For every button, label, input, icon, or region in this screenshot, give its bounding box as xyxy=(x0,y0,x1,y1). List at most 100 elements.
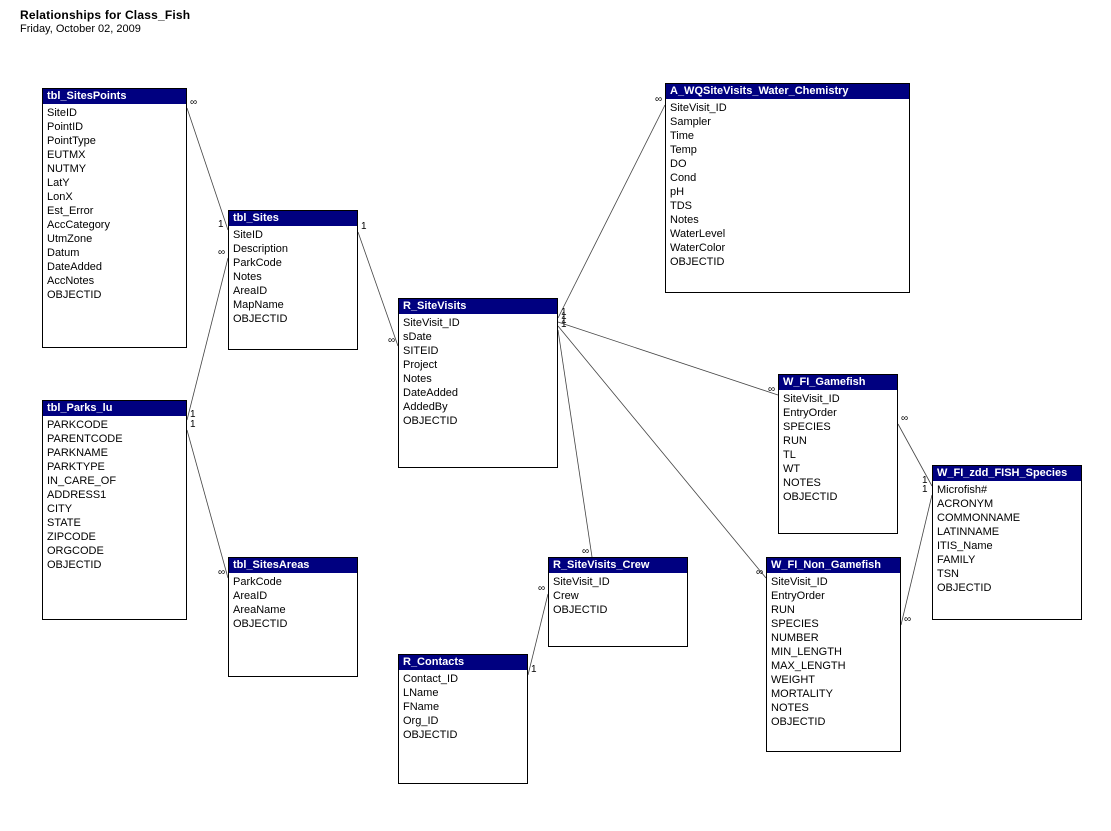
relationship-line xyxy=(558,322,778,395)
table-field: Project xyxy=(403,358,553,372)
table-title: W_FI_zdd_FISH_Species xyxy=(933,466,1081,481)
cardinality-label: 1 xyxy=(531,664,537,675)
cardinality-label: ∞ xyxy=(218,567,225,578)
table-field: OBJECTID xyxy=(670,255,905,269)
table-field: DO xyxy=(670,157,905,171)
table-title: tbl_Sites xyxy=(229,211,357,226)
table-field: FAMILY xyxy=(937,553,1077,567)
table-field: Notes xyxy=(670,213,905,227)
table-field: WaterLevel xyxy=(670,227,905,241)
table-field: OBJECTID xyxy=(553,603,683,617)
table-field: DateAdded xyxy=(403,386,553,400)
table-field: NOTES xyxy=(783,476,893,490)
table-field: Microfish# xyxy=(937,483,1077,497)
table-field: Cond xyxy=(670,171,905,185)
table-field: Notes xyxy=(233,270,353,284)
cardinality-label: 1 xyxy=(190,419,196,430)
relationship-line xyxy=(187,108,228,230)
table-field: OBJECTID xyxy=(771,715,896,729)
table-field: OBJECTID xyxy=(47,288,182,302)
table-field: WEIGHT xyxy=(771,673,896,687)
table-field: EntryOrder xyxy=(783,406,893,420)
cardinality-label: ∞ xyxy=(756,567,763,578)
table-fields: SiteVisit_IDSamplerTimeTempDOCondpHTDSNo… xyxy=(666,99,909,273)
table-tbl_Sites[interactable]: tbl_SitesSiteIDDescriptionParkCodeNotesA… xyxy=(228,210,358,350)
table-tbl_SitesPoints[interactable]: tbl_SitesPointsSiteIDPointIDPointTypeEUT… xyxy=(42,88,187,348)
relationship-canvas: ∞11∞1∞1∞1∞1∞1∞1∞1∞∞1∞1 tbl_SitesPointsSi… xyxy=(0,0,1111,831)
table-title: R_SiteVisits xyxy=(399,299,557,314)
table-W_FI_Gamefish[interactable]: W_FI_GamefishSiteVisit_IDEntryOrderSPECI… xyxy=(778,374,898,534)
table-field: EntryOrder xyxy=(771,589,896,603)
table-field: OBJECTID xyxy=(783,490,893,504)
table-field: SPECIES xyxy=(783,420,893,434)
table-tbl_SitesAreas[interactable]: tbl_SitesAreasParkCodeAreaIDAreaNameOBJE… xyxy=(228,557,358,677)
table-field: LATINNAME xyxy=(937,525,1077,539)
table-field: AreaName xyxy=(233,603,353,617)
table-field: SiteVisit_ID xyxy=(670,101,905,115)
relationship-line xyxy=(901,495,932,625)
table-field: PARENTCODE xyxy=(47,432,182,446)
cardinality-label: 1 xyxy=(922,484,928,495)
cardinality-label: ∞ xyxy=(582,546,589,557)
table-title: tbl_SitesAreas xyxy=(229,558,357,573)
table-field: WT xyxy=(783,462,893,476)
relationship-line xyxy=(187,430,228,578)
cardinality-label: 1 xyxy=(922,475,928,486)
table-field: MIN_LENGTH xyxy=(771,645,896,659)
table-field: TL xyxy=(783,448,893,462)
table-tbl_Parks_lu[interactable]: tbl_Parks_luPARKCODEPARENTCODEPARKNAMEPA… xyxy=(42,400,187,620)
table-title: A_WQSiteVisits_Water_Chemistry xyxy=(666,84,909,99)
table-field: Crew xyxy=(553,589,683,603)
cardinality-label: ∞ xyxy=(904,614,911,625)
table-W_FI_Non_Gamefish[interactable]: W_FI_Non_GamefishSiteVisit_IDEntryOrderR… xyxy=(766,557,901,752)
relationship-line xyxy=(898,424,932,486)
table-field: SiteVisit_ID xyxy=(771,575,896,589)
table-field: IN_CARE_OF xyxy=(47,474,182,488)
cardinality-label: 1 xyxy=(561,315,567,326)
cardinality-label: 1 xyxy=(218,219,224,230)
table-field: OBJECTID xyxy=(47,558,182,572)
table-field: TSN xyxy=(937,567,1077,581)
table-field: RUN xyxy=(783,434,893,448)
table-field: ITIS_Name xyxy=(937,539,1077,553)
table-field: OBJECTID xyxy=(937,581,1077,595)
table-field: PARKCODE xyxy=(47,418,182,432)
table-A_WQ[interactable]: A_WQSiteVisits_Water_ChemistrySiteVisit_… xyxy=(665,83,910,293)
cardinality-label: ∞ xyxy=(538,583,545,594)
table-field: ParkCode xyxy=(233,256,353,270)
table-title: R_Contacts xyxy=(399,655,527,670)
table-field: NUMBER xyxy=(771,631,896,645)
table-field: Description xyxy=(233,242,353,256)
table-field: Notes xyxy=(403,372,553,386)
table-fields: SiteVisit_IDEntryOrderSPECIESRUNTLWTNOTE… xyxy=(779,390,897,508)
cardinality-label: ∞ xyxy=(218,247,225,258)
table-field: Sampler xyxy=(670,115,905,129)
table-R_SiteVisits_Crew[interactable]: R_SiteVisits_CrewSiteVisit_IDCrewOBJECTI… xyxy=(548,557,688,647)
table-field: STATE xyxy=(47,516,182,530)
table-title: W_FI_Non_Gamefish xyxy=(767,558,900,573)
relationship-line xyxy=(358,232,398,346)
table-field: LName xyxy=(403,686,523,700)
table-field: CITY xyxy=(47,502,182,516)
cardinality-label: 1 xyxy=(561,319,567,330)
table-field: AddedBy xyxy=(403,400,553,414)
table-field: Org_ID xyxy=(403,714,523,728)
table-field: ParkCode xyxy=(233,575,353,589)
table-field: LonX xyxy=(47,190,182,204)
table-title: tbl_Parks_lu xyxy=(43,401,186,416)
relationship-line xyxy=(558,105,665,318)
table-W_FI_zdd[interactable]: W_FI_zdd_FISH_SpeciesMicrofish#ACRONYMCO… xyxy=(932,465,1082,620)
table-field: AreaID xyxy=(233,284,353,298)
table-field: TDS xyxy=(670,199,905,213)
table-field: FName xyxy=(403,700,523,714)
table-R_SiteVisits[interactable]: R_SiteVisitsSiteVisit_IDsDateSITEIDProje… xyxy=(398,298,558,468)
table-field: Temp xyxy=(670,143,905,157)
table-fields: Contact_IDLNameFNameOrg_IDOBJECTID xyxy=(399,670,527,746)
table-field: pH xyxy=(670,185,905,199)
table-field: SiteVisit_ID xyxy=(553,575,683,589)
table-fields: SiteVisit_IDCrewOBJECTID xyxy=(549,573,687,621)
table-title: R_SiteVisits_Crew xyxy=(549,558,687,573)
cardinality-label: ∞ xyxy=(768,384,775,395)
table-R_Contacts[interactable]: R_ContactsContact_IDLNameFNameOrg_IDOBJE… xyxy=(398,654,528,784)
table-field: OBJECTID xyxy=(403,414,553,428)
